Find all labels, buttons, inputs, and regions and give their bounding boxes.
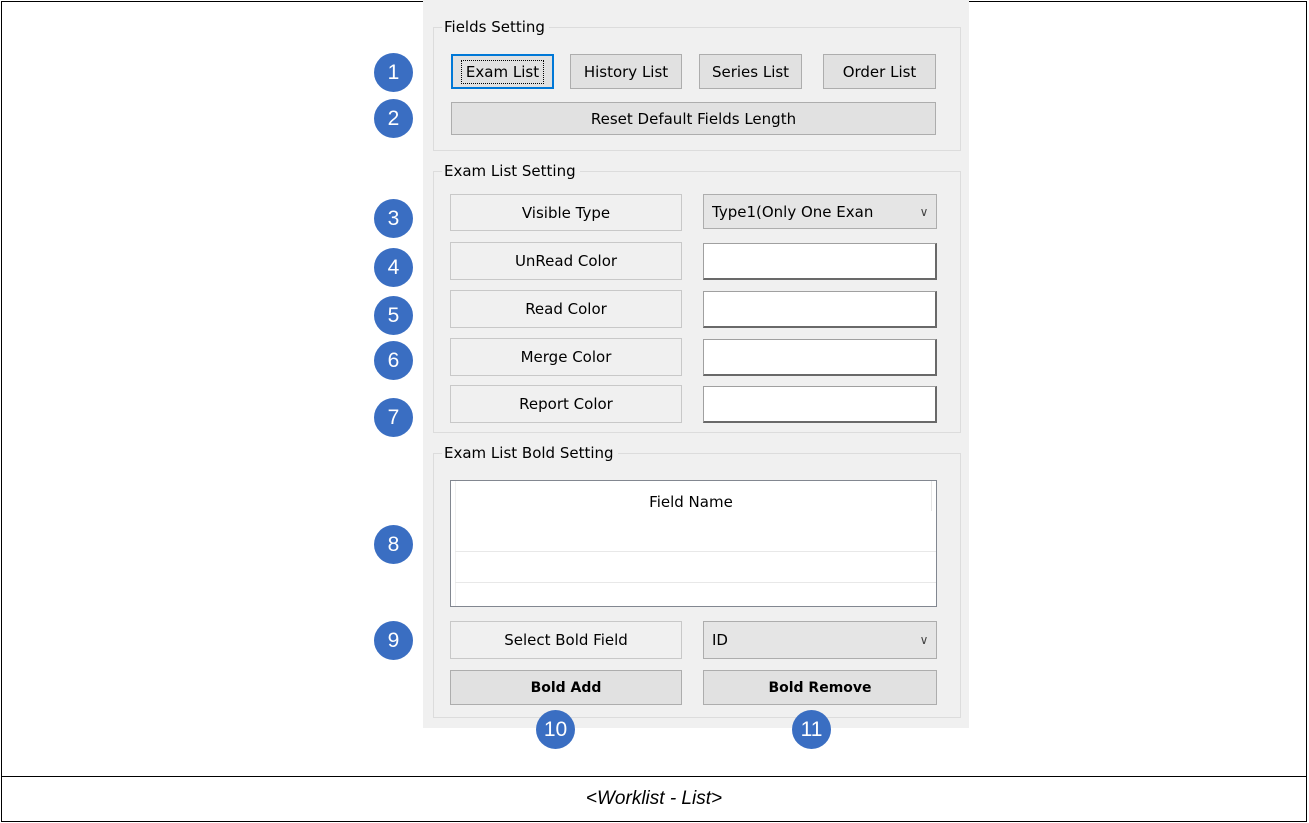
select-bold-field-value: ID [712,631,728,649]
callout-badge-4: 4 [374,248,413,287]
chevron-down-icon: ∨ [919,633,929,647]
visible-type-label: Visible Type [450,194,682,231]
fields-setting-title: Fields Setting [442,17,549,37]
figure-caption: <Worklist - List> [585,788,723,809]
select-bold-field-dropdown[interactable]: ID ∨ [703,621,937,659]
unread-color-swatch[interactable] [703,243,937,280]
history-list-button[interactable]: History List [570,54,682,89]
merge-color-label: Merge Color [450,338,682,376]
settings-panel: Fields Setting Exam List History List Se… [423,0,969,728]
column-header-separator [931,481,932,511]
unread-color-label: UnRead Color [450,242,682,280]
callout-badge-9: 9 [374,621,413,660]
bold-add-button[interactable]: Bold Add [450,670,682,705]
bold-remove-button[interactable]: Bold Remove [703,670,937,705]
bold-fields-list[interactable]: Field Name [450,480,937,607]
series-list-button[interactable]: Series List [699,54,802,89]
visible-type-value: Type1(Only One Exan [712,202,874,221]
callout-badge-8: 8 [374,525,413,564]
callout-badge-11: 11 [792,710,831,749]
callout-badge-10: 10 [536,710,575,749]
merge-color-swatch[interactable] [703,339,937,376]
callout-badge-2: 2 [374,99,413,138]
callout-badge-1: 1 [374,53,413,92]
report-color-label: Report Color [450,385,682,423]
reset-default-fields-length-button[interactable]: Reset Default Fields Length [451,102,936,135]
exam-list-button[interactable]: Exam List [451,54,554,89]
visible-type-select[interactable]: Type1(Only One Exan ∨ [703,194,937,229]
chevron-down-icon: ∨ [919,204,929,219]
read-color-label: Read Color [450,290,682,328]
read-color-swatch[interactable] [703,291,937,328]
callout-badge-3: 3 [374,199,413,238]
field-name-column-header[interactable]: Field Name [451,481,931,515]
exam-list-setting-title: Exam List Setting [442,161,580,181]
callout-badge-5: 5 [374,296,413,335]
callout-badge-7: 7 [374,398,413,437]
list-row-line [455,551,936,552]
select-bold-field-label: Select Bold Field [450,621,682,659]
report-color-swatch[interactable] [703,386,937,423]
order-list-button[interactable]: Order List [823,54,936,89]
list-row-line [455,582,936,583]
callout-badge-6: 6 [374,341,413,380]
bold-setting-title: Exam List Bold Setting [442,443,618,463]
